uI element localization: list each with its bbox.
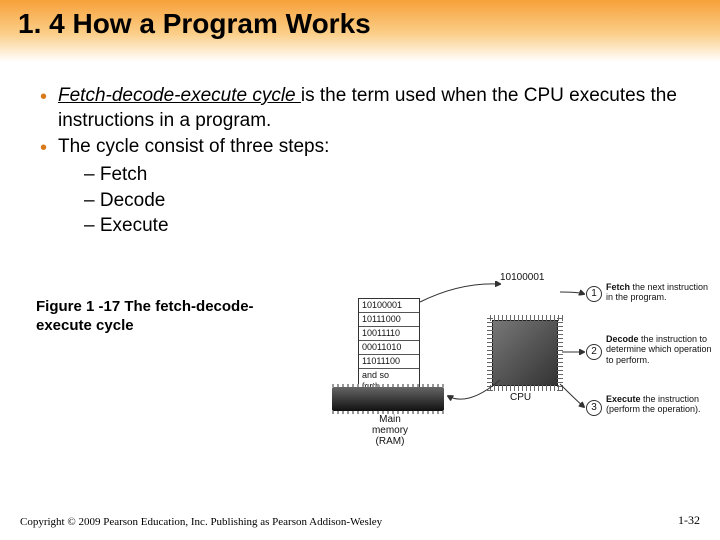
copyright-footer: Copyright © 2009 Pearson Education, Inc.… bbox=[20, 516, 382, 528]
sub-decode: Decode bbox=[84, 188, 684, 214]
bullet-2: The cycle consist of three steps: Fetch … bbox=[36, 135, 684, 239]
figure-caption: Figure 1 -17 The fetch-decode-execute cy… bbox=[36, 298, 266, 336]
term-fde: Fetch-decode-execute cycle bbox=[58, 85, 301, 106]
step-text-3: Execute the instruction (perform the ope… bbox=[606, 394, 714, 415]
sub-list: Fetch Decode Execute bbox=[58, 162, 684, 239]
step-circle-1: 1 bbox=[586, 286, 602, 302]
sub-fetch: Fetch bbox=[84, 162, 684, 188]
content-area: Fetch-decode-execute cycle is the term u… bbox=[0, 62, 720, 239]
step-circle-3: 3 bbox=[586, 400, 602, 416]
sub-execute: Execute bbox=[84, 213, 684, 239]
figure-diagram: 10100001 10100001 10111000 10011110 0001… bbox=[300, 272, 700, 472]
step-text-1: Fetch the next instruction in the progra… bbox=[606, 282, 714, 303]
bullet-1: Fetch-decode-execute cycle is the term u… bbox=[36, 84, 684, 133]
slide-title: 1. 4 How a Program Works bbox=[18, 8, 702, 40]
step-text-2: Decode the instruction to determine whic… bbox=[606, 334, 714, 365]
bullet-list: Fetch-decode-execute cycle is the term u… bbox=[36, 84, 684, 239]
title-band: 1. 4 How a Program Works bbox=[0, 0, 720, 62]
step-circle-2: 2 bbox=[586, 344, 602, 360]
page-number: 1-32 bbox=[678, 513, 700, 528]
